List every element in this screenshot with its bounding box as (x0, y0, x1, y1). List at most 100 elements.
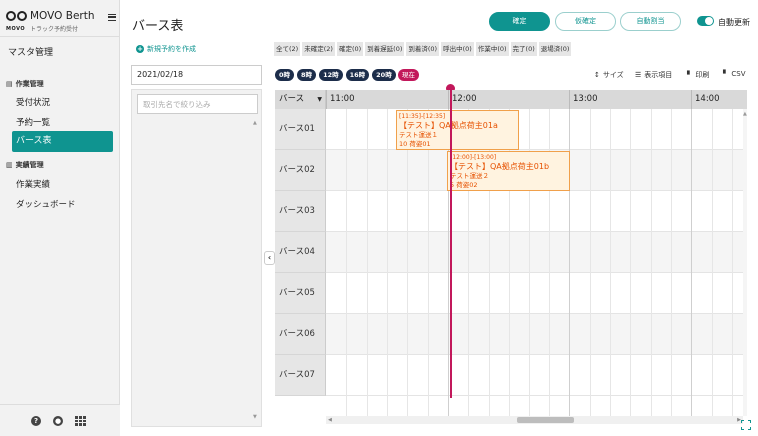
auto-update-toggle[interactable] (697, 16, 714, 26)
berth-label: バース03 (275, 191, 326, 232)
clipboard-icon: ▤ (6, 80, 13, 88)
filter-arrived[interactable]: 到着済(0) (406, 42, 440, 56)
logo-small-text: MOVO (6, 26, 26, 32)
page-title: バース表 (132, 19, 184, 34)
auto-assign-button[interactable]: 自動割当 (620, 12, 681, 31)
reservation-quantity: 5 荷姿02 (450, 181, 478, 189)
sidebar-section-results: ▥ 実績管理 (6, 160, 44, 170)
berth-label: バース05 (275, 273, 326, 314)
hour-button-20[interactable]: 20時 (372, 69, 396, 81)
collapse-panel-chevron-icon[interactable]: ‹ (264, 251, 275, 265)
vertical-scrollbar[interactable]: ▲ (743, 109, 747, 416)
sidebar: MOVO MOVO Berth トラック予約受付 マスタ管理 ▤ 作業管理 受付… (0, 0, 120, 436)
app-subtitle: トラック予約受付 (30, 26, 79, 33)
berth-label: バース02 (275, 150, 326, 191)
client-search-input[interactable] (137, 94, 258, 114)
help-icon[interactable]: ? (31, 416, 41, 426)
size-tool[interactable]: ↕ サイズ (594, 70, 624, 80)
print-tool[interactable]: ▘ 印刷 (687, 70, 709, 80)
auto-update-label: 自動更新 (718, 18, 750, 27)
hour-label: 14:00 (691, 90, 747, 109)
logo-mark-icon (6, 11, 28, 23)
hour-label: 12:00 (448, 90, 569, 109)
berth-label: バース01 (275, 109, 326, 150)
sidebar-divider (0, 36, 120, 37)
horizontal-scrollbar[interactable]: ◀ ▶ (326, 416, 743, 424)
sidebar-item-work-results[interactable]: 作業実績 (16, 178, 50, 190)
csv-label: CSV (731, 70, 746, 78)
chevron-down-icon: ▼ (317, 96, 322, 103)
sidebar-section-label: 作業管理 (15, 80, 44, 88)
filter-all[interactable]: 全て(2) (274, 42, 301, 56)
hour-jump-buttons: 0時 8時 12時 16時 20時 (275, 69, 396, 81)
hamburger-menu-icon[interactable] (108, 14, 116, 21)
apps-grid-icon[interactable] (75, 416, 86, 427)
resize-vertical-icon: ↕ (594, 71, 600, 79)
sidebar-item-reservations[interactable]: 予約一覧 (16, 116, 50, 128)
new-reservation-link[interactable]: + 新規予約を作成 (136, 44, 196, 54)
berth-label: バース04 (275, 232, 326, 273)
reservation-title: 【テスト】QA拠点荷主01b (450, 162, 550, 171)
user-icon[interactable]: ● (53, 416, 63, 426)
display-columns-label: 表示項目 (644, 71, 673, 79)
filter-arrival-delay[interactable]: 到着遅延(0) (365, 42, 405, 56)
logo: MOVO MOVO Berth トラック予約受付 (6, 8, 116, 36)
berth-column-label: バース (279, 94, 305, 104)
size-label: サイズ (602, 71, 624, 79)
filter-completed[interactable]: 完了(0) (510, 42, 537, 56)
status-filter-bar: 全て(2) 未確定(2) 確定(0) 到着遅延(0) 到着済(0) 呼出中(0)… (274, 42, 572, 56)
csv-tool[interactable]: ▘ CSV (723, 70, 746, 78)
hour-button-12[interactable]: 12時 (319, 69, 343, 81)
horizontal-scroll-thumb[interactable] (517, 417, 574, 423)
reservation-time: [11:35]-[12:35] (399, 113, 446, 120)
reservation-carrier: テスト運送２ (450, 172, 489, 180)
tentative-confirm-button[interactable]: 仮確定 (555, 12, 616, 31)
berth-timeline: バース ▼ 11:00 12:00 13:00 14:00 バース01 バース0… (275, 90, 747, 427)
scroll-down-icon[interactable]: ▼ (253, 414, 257, 420)
confirm-button[interactable]: 確定 (489, 12, 550, 31)
hour-button-0[interactable]: 0時 (275, 69, 295, 81)
reservation-time: [12:00]-[13:00] (450, 154, 497, 161)
reservation-block[interactable]: [11:35]-[12:35] 【テスト】QA拠点荷主01a テスト運送１ 10… (396, 110, 519, 150)
now-button[interactable]: 現在 (398, 69, 419, 81)
hour-button-8[interactable]: 8時 (297, 69, 317, 81)
sidebar-item-master[interactable]: マスタ管理 (8, 45, 53, 58)
sidebar-section-label: 実績管理 (15, 161, 44, 169)
client-filter-panel: ▲ ▼ (131, 89, 262, 427)
current-time-line (450, 90, 452, 398)
reservation-quantity: 10 荷姿01 (399, 140, 431, 148)
berth-column-header[interactable]: バース ▼ (275, 90, 326, 109)
display-columns-tool[interactable]: ☰ 表示項目 (635, 70, 672, 80)
sidebar-footer: ? ● (0, 404, 120, 436)
chart-icon: ▥ (6, 161, 13, 169)
sidebar-item-berth-table[interactable]: バース表 (12, 131, 113, 152)
hour-button-16[interactable]: 16時 (345, 69, 370, 81)
scroll-left-icon[interactable]: ◀ (328, 416, 332, 424)
new-reservation-label: 新規予約を作成 (147, 45, 196, 53)
filter-working[interactable]: 作業中(0) (475, 42, 509, 56)
print-label: 印刷 (695, 71, 710, 79)
filter-calling[interactable]: 呼出中(0) (441, 42, 474, 56)
app-title: MOVO Berth (30, 10, 95, 22)
fullscreen-icon[interactable] (741, 420, 751, 430)
filter-confirmed[interactable]: 確定(0) (336, 42, 364, 56)
hour-label: 11:00 (326, 90, 447, 109)
hour-label: 13:00 (569, 90, 690, 109)
sidebar-item-dashboard[interactable]: ダッシュボード (16, 198, 76, 210)
sidebar-item-reception[interactable]: 受付状況 (16, 96, 50, 108)
document-icon: ▘ (687, 71, 693, 79)
berth-label: バース07 (275, 355, 326, 396)
berth-label: バース06 (275, 314, 326, 355)
date-field[interactable]: 2021/02/18 (131, 65, 262, 85)
plus-circle-icon: + (136, 45, 144, 53)
scroll-up-icon[interactable]: ▲ (253, 120, 257, 126)
sidebar-section-work: ▤ 作業管理 (6, 79, 44, 89)
reservation-carrier: テスト運送１ (399, 131, 438, 139)
list-icon: ☰ (635, 71, 642, 79)
file-icon: ▘ (723, 70, 729, 78)
reservation-block[interactable]: [12:00]-[13:00] 【テスト】QA拠点荷主01b テスト運送２ 5 … (447, 151, 570, 191)
filter-exited[interactable]: 退場済(0) (538, 42, 572, 56)
scroll-up-icon[interactable]: ▲ (743, 111, 747, 117)
filter-unconfirmed[interactable]: 未確定(2) (302, 42, 335, 56)
timeline-header: バース ▼ 11:00 12:00 13:00 14:00 (275, 90, 747, 109)
